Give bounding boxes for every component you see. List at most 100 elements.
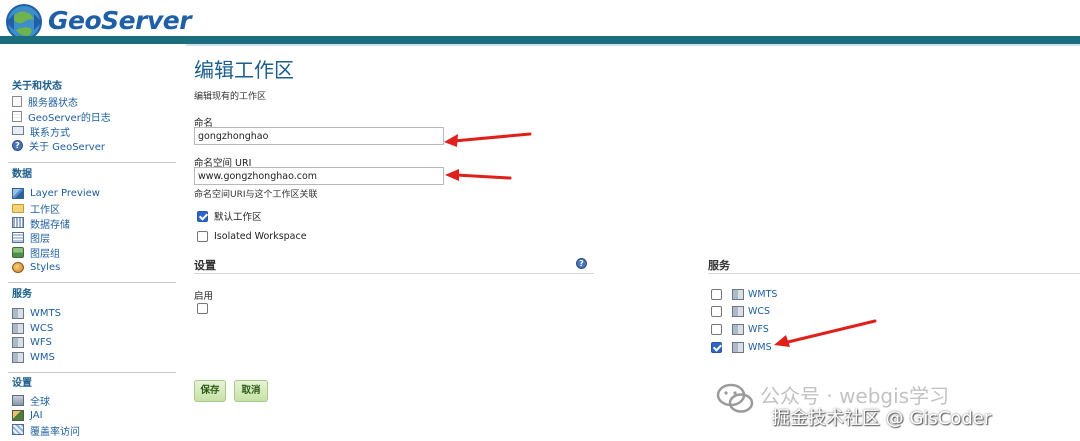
layer-icon [12, 232, 24, 244]
global-icon [12, 394, 24, 406]
sidebar-item-label: 图层 [30, 234, 50, 246]
service-label: WFS [748, 323, 769, 335]
contact-icon [12, 126, 24, 136]
settings-enabled-checkbox[interactable] [197, 303, 208, 314]
wmts-service-icon [732, 288, 744, 300]
cancel-button[interactable]: 取消 [234, 380, 268, 402]
sidebar-section-settings: 设置 全球 JAI 覆盖率访问 [0, 377, 176, 438]
sidebar-item-label: JAI [30, 409, 43, 421]
sidebar-item-global[interactable]: 全球 [0, 393, 176, 408]
sidebar-item-jai[interactable]: JAI [0, 408, 176, 423]
content-top-border [186, 44, 1080, 46]
sidebar-item-wcs[interactable]: WCS [0, 321, 176, 336]
default-workspace-row[interactable]: 默认工作区 [197, 209, 262, 223]
sidebar-item-label: Styles [30, 261, 61, 273]
sidebar-item-label: WMTS [30, 307, 61, 319]
sidebar-item-coverage-access[interactable]: 覆盖率访问 [0, 423, 176, 438]
sidebar-section-title: 设置 [12, 378, 32, 389]
log-icon [12, 110, 22, 122]
layergroup-icon [12, 247, 24, 259]
settings-section-title: 设置 [194, 259, 216, 272]
sidebar-divider [8, 282, 176, 283]
isolated-workspace-checkbox[interactable] [197, 231, 208, 242]
service-row-wms[interactable]: WMS [708, 340, 772, 354]
sidebar-item-label: WCS [30, 322, 54, 334]
service-label: WMS [748, 341, 772, 353]
service-row-wcs[interactable]: WCS [708, 304, 770, 318]
wcs-service-icon [732, 305, 744, 317]
sidebar-item-contact[interactable]: 联系方式 [0, 124, 176, 139]
about-icon: ? [12, 140, 23, 152]
isolated-workspace-row[interactable]: Isolated Workspace [197, 231, 307, 242]
services-section-title: 服务 [708, 259, 730, 272]
service-label: WCS [748, 305, 771, 317]
services-divider [708, 273, 1080, 274]
wfs-icon [12, 337, 24, 349]
jai-icon [12, 409, 24, 421]
sidebar-section-services: 服务 WMTS WCS WFS WMS [0, 288, 176, 365]
sidebar-item-layer-groups[interactable]: 图层组 [0, 245, 176, 260]
sidebar-item-wms[interactable]: WMS [0, 350, 176, 365]
uri-hint: 命名空间URI与这个工作区关联 [194, 190, 318, 200]
service-checkbox-wms[interactable] [711, 341, 722, 353]
service-checkbox-wcs[interactable] [711, 305, 722, 317]
service-row-wmts[interactable]: WMTS [708, 287, 777, 301]
service-row-wfs[interactable]: WFS [708, 322, 769, 336]
sidebar-item-label: 联系方式 [30, 127, 70, 139]
sidebar-item-label: 数据存储 [30, 219, 70, 231]
sidebar-section-title: 关于和状态 [12, 81, 62, 92]
save-button[interactable]: 保存 [194, 380, 226, 402]
settings-section-bar [226, 261, 584, 271]
sidebar-section-title: 数据 [12, 169, 32, 180]
sidebar-item-styles[interactable]: Styles [0, 260, 176, 275]
sidebar-item-wfs[interactable]: WFS [0, 336, 176, 351]
sidebar-item-logs[interactable]: GeoServer的日志 [0, 109, 176, 124]
default-workspace-checkbox[interactable] [197, 210, 208, 222]
service-checkbox-wmts[interactable] [711, 288, 722, 300]
sidebar-item-label: 工作区 [30, 204, 60, 216]
sidebar-item-server-status[interactable]: 服务器状态 [0, 94, 176, 109]
sidebar-item-label: 服务器状态 [28, 97, 78, 109]
brand-name[interactable]: GeoServer [48, 6, 192, 35]
sidebar-item-label: GeoServer的日志 [28, 112, 111, 124]
app-header: GeoServer [0, 0, 1080, 44]
uri-input[interactable] [194, 167, 444, 185]
sidebar-section-title: 服务 [12, 289, 32, 300]
settings-help-icon[interactable]: ? [576, 258, 587, 269]
annotation-arrow-name [444, 132, 532, 147]
name-input[interactable] [194, 127, 444, 145]
sidebar-item-label: 全球 [30, 396, 50, 408]
workspace-icon [12, 203, 24, 213]
annotation-arrow-wms [774, 319, 877, 347]
watermark: 公众号 · webgis学习 掘金技术社区 @ GisCoder [708, 374, 1080, 441]
sidebar-divider [8, 372, 176, 373]
sidebar-item-workspaces[interactable]: 工作区 [0, 201, 176, 216]
wms-icon [12, 352, 24, 364]
sidebar-divider [8, 162, 176, 163]
default-workspace-label: 默认工作区 [214, 212, 262, 223]
sidebar-item-label: 关于 GeoServer [29, 142, 105, 154]
service-label: WMTS [748, 288, 778, 300]
sidebar-item-label: WFS [30, 337, 52, 349]
page-title: 编辑工作区 [194, 58, 294, 82]
page-subtitle: 编辑现有的工作区 [194, 92, 267, 102]
sidebar-item-label: 覆盖率访问 [30, 426, 80, 438]
sidebar-item-layer-preview[interactable]: Layer Preview [0, 186, 176, 201]
sidebar-item-about[interactable]: ? 关于 GeoServer [0, 138, 176, 153]
datastore-icon [12, 217, 24, 229]
service-checkbox-wfs[interactable] [711, 323, 722, 335]
wechat-icon [716, 383, 754, 413]
sidebar-item-wmts[interactable]: WMTS [0, 306, 176, 321]
layer-preview-icon [12, 187, 24, 199]
sidebar-item-stores[interactable]: 数据存储 [0, 216, 176, 231]
isolated-workspace-label: Isolated Workspace [214, 231, 307, 242]
annotation-arrow-uri [445, 169, 512, 181]
coverage-access-icon [12, 424, 24, 436]
sidebar: 关于和状态 服务器状态 GeoServer的日志 联系方式 ? 关于 GeoSe… [0, 44, 176, 441]
sidebar-section-about: 关于和状态 服务器状态 GeoServer的日志 联系方式 ? 关于 GeoSe… [0, 80, 176, 153]
wmts-icon [12, 307, 24, 319]
sidebar-item-label: 图层组 [30, 249, 60, 261]
settings-divider [194, 273, 594, 274]
sidebar-item-layers[interactable]: 图层 [0, 230, 176, 245]
styles-icon [12, 261, 24, 273]
